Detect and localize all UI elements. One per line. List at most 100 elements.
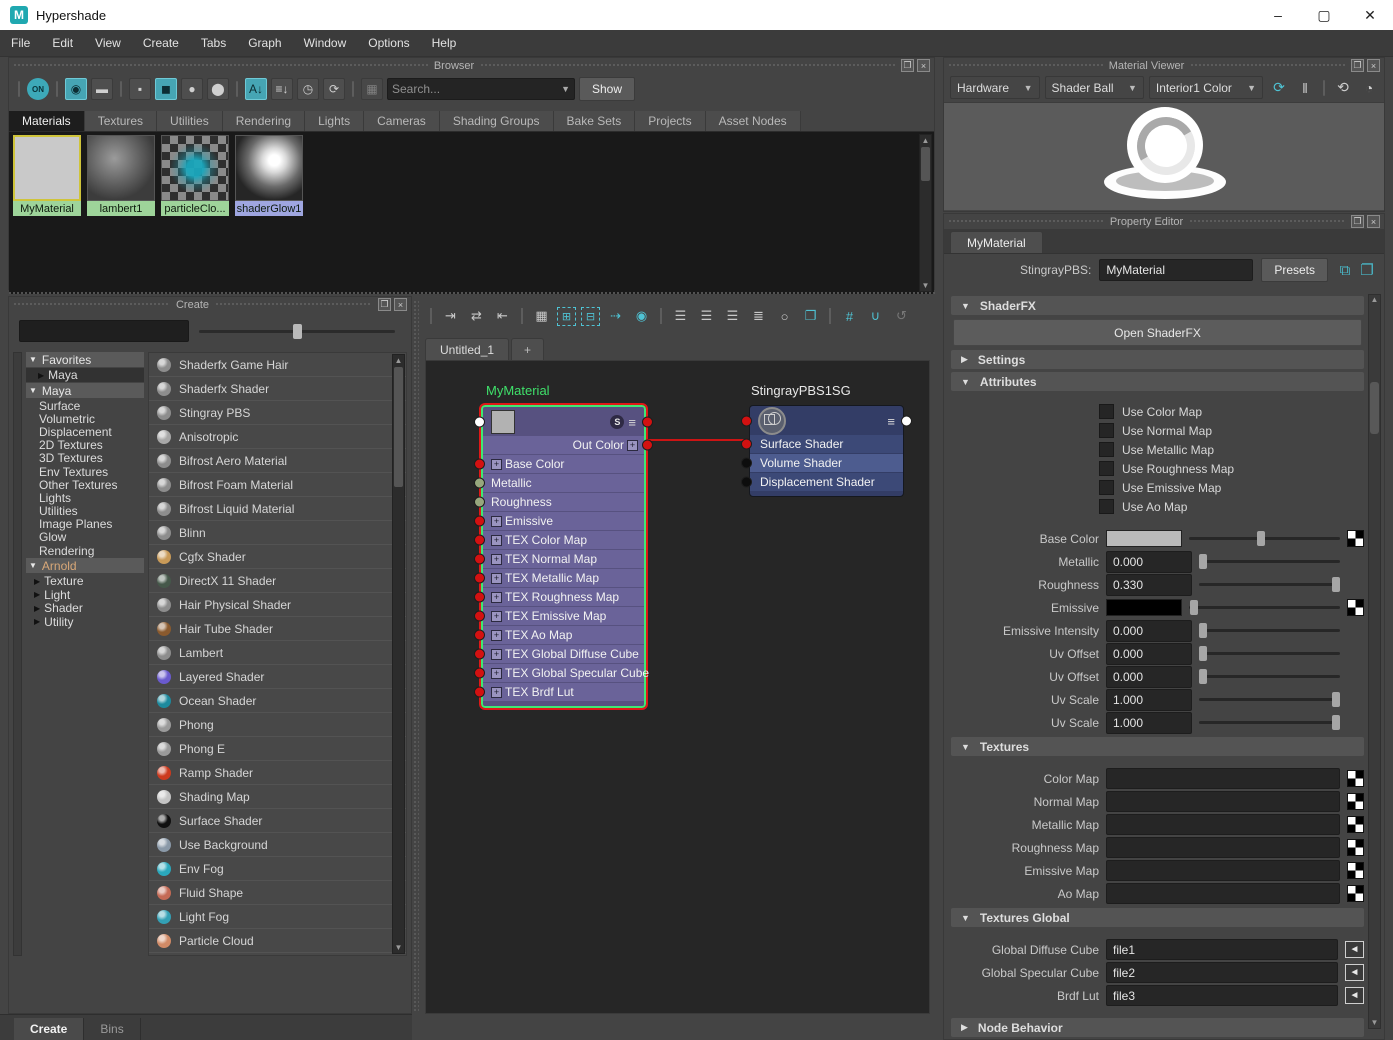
tree-item[interactable]: ▶ Utility [26, 615, 144, 629]
shader-list-item[interactable]: Phong [149, 713, 406, 737]
output-connections-icon[interactable]: ⇤ [492, 306, 513, 327]
color-swatch[interactable] [1106, 599, 1182, 616]
collapse-triangle-icon[interactable]: ▼ [961, 742, 970, 752]
attribute-slider[interactable] [1189, 606, 1340, 609]
expand-triangle-icon[interactable]: ▶ [961, 354, 968, 365]
new-graph-tab-button[interactable]: + [511, 338, 544, 360]
global-texture-input[interactable]: file3 [1106, 985, 1338, 1006]
texture-map-button[interactable] [1347, 530, 1364, 547]
scroll-up-icon[interactable]: ▲ [395, 356, 403, 365]
checkbox[interactable] [1099, 461, 1114, 476]
graph-tab[interactable]: Untitled_1 [425, 338, 509, 360]
shader-list-item[interactable]: Bifrost Foam Material [149, 473, 406, 497]
node-attr-row[interactable]: + TEX Color Map [483, 531, 644, 549]
shader-list-item[interactable]: DirectX 11 Shader [149, 569, 406, 593]
attr-input-port[interactable] [474, 535, 485, 546]
shader-list-item[interactable]: Particle Cloud [149, 929, 406, 953]
close-panel-icon[interactable]: × [917, 59, 930, 72]
tree-item[interactable]: ▶ Texture [26, 574, 144, 588]
attr-input-port[interactable] [474, 687, 485, 698]
browser-tab[interactable]: Bake Sets [554, 111, 636, 131]
node-attr-row[interactable]: + TEX Metallic Map [483, 569, 644, 587]
separator[interactable] [236, 81, 238, 97]
float-panel-icon[interactable]: ❐ [378, 298, 391, 311]
node-input-port[interactable] [741, 416, 752, 427]
panel-drag-dots[interactable] [13, 63, 428, 68]
texture-map-button[interactable] [1347, 599, 1364, 616]
expand-triangle-icon[interactable]: ▶ [34, 604, 40, 613]
node-attr-row[interactable]: + Roughness [483, 493, 644, 511]
shader-list-item[interactable]: Lambert [149, 641, 406, 665]
geometry-dropdown[interactable]: Shader Ball ▼ [1045, 76, 1144, 99]
expand-attr-icon[interactable]: + [491, 668, 502, 679]
swatch-size-small-button[interactable]: ▪ [129, 78, 151, 100]
texture-map-input[interactable] [1106, 814, 1340, 835]
restore-previous-graph-icon[interactable]: ↺ [891, 306, 912, 327]
node-output-port[interactable] [901, 416, 912, 427]
show-large-swatch-toggle[interactable]: ◉ [65, 78, 87, 100]
slider-handle[interactable] [1199, 623, 1207, 638]
bottom-tab[interactable]: Create [14, 1018, 84, 1040]
shader-list-item[interactable]: Shading Map [149, 785, 406, 809]
node-attr-row[interactable]: + Emissive [483, 512, 644, 530]
separator[interactable] [352, 81, 354, 97]
shader-list-item[interactable]: Shaderfx Game Hair [149, 353, 406, 377]
shader-list-item[interactable]: Fluid Shape [149, 881, 406, 905]
checkbox[interactable] [1099, 442, 1114, 457]
search-input[interactable]: Search... ▼ [387, 78, 575, 100]
menu-item[interactable]: File [0, 36, 41, 50]
node-attr-row[interactable]: + TEX Roughness Map [483, 588, 644, 606]
texture-map-button[interactable] [1347, 793, 1364, 810]
texture-map-input[interactable] [1106, 860, 1340, 881]
browser-tab[interactable]: Asset Nodes [706, 111, 801, 131]
turntable-icon[interactable]: ⟳ [1268, 77, 1290, 99]
shader-list-scrollbar[interactable]: ▲ ▼ [392, 354, 405, 954]
pause-render-icon[interactable]: ‖ [1294, 77, 1316, 99]
open-in-new-tab-icon[interactable]: ❐ [1358, 261, 1376, 279]
node-attr-row[interactable]: + TEX Ao Map [483, 626, 644, 644]
shader-list-item[interactable]: Stingray PBS [149, 401, 406, 425]
grid-toggle-icon[interactable]: # [839, 306, 860, 327]
scrollbar-thumb[interactable] [921, 147, 930, 181]
sort-by-type-button[interactable]: ≡↓ [271, 78, 293, 100]
browser-tab[interactable]: Projects [635, 111, 705, 131]
node-input-port[interactable] [474, 417, 485, 428]
panel-drag-dots[interactable] [1190, 63, 1345, 68]
separator[interactable] [1323, 80, 1325, 96]
expand-attr-icon[interactable]: + [491, 649, 502, 660]
browser-tab[interactable]: Shading Groups [440, 111, 554, 131]
checkbox[interactable] [1099, 499, 1114, 514]
attribute-value-input[interactable]: 0.330 [1106, 574, 1192, 596]
tree-item[interactable]: Env Textures [26, 465, 144, 478]
close-panel-icon[interactable]: × [1367, 59, 1380, 72]
attr-input-port[interactable] [474, 478, 485, 489]
node-attr-row[interactable]: Surface Shader [750, 435, 903, 453]
attr-input-port[interactable] [474, 592, 485, 603]
attr-input-port[interactable] [474, 554, 485, 565]
texture-map-button[interactable] [1347, 770, 1364, 787]
texture-map-input[interactable] [1106, 883, 1340, 904]
scroll-down-icon[interactable]: ▼ [922, 281, 930, 290]
display-simple-mode-icon[interactable]: ☰ [670, 306, 691, 327]
color-swatch[interactable] [1106, 530, 1182, 547]
menu-item[interactable]: Graph [237, 36, 292, 50]
material-thumbnail[interactable] [13, 135, 81, 201]
texture-map-button[interactable] [1347, 816, 1364, 833]
expand-triangle-icon[interactable]: ▶ [34, 577, 40, 586]
attr-input-port[interactable] [741, 458, 752, 469]
node-graph-canvas[interactable]: MyMaterial S ≡ Out Color + [425, 360, 930, 1014]
browser-tab[interactable]: Lights [305, 111, 364, 131]
browser-tab[interactable]: Textures [85, 111, 157, 131]
node-name-input[interactable]: MyMaterial [1099, 259, 1253, 281]
node-attr-row[interactable]: + Base Color [483, 455, 644, 473]
bottom-tab[interactable]: Bins [84, 1018, 140, 1040]
material-swatch[interactable]: particleClo... [161, 135, 229, 216]
shader-list-item[interactable]: Layered Shader [149, 665, 406, 689]
clear-graph-icon[interactable]: ▦ [531, 306, 552, 327]
tree-item[interactable]: 3D Textures [26, 452, 144, 465]
attr-input-port[interactable] [474, 649, 485, 660]
display-connected-mode-icon[interactable]: ☰ [696, 306, 717, 327]
scroll-up-icon[interactable]: ▲ [1371, 295, 1379, 304]
shading-group-node[interactable]: ≡ Surface Shader Volume Shader [749, 405, 904, 497]
attribute-slider[interactable] [1199, 583, 1340, 586]
